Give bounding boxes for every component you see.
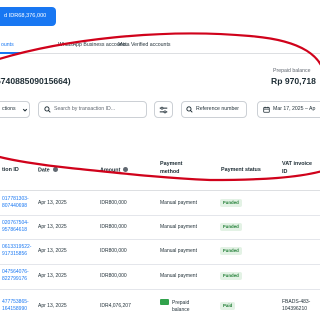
date-cell: Apr 13, 2025 (38, 224, 67, 230)
status-badge: Funded (220, 199, 242, 207)
reference-number-label: Reference number (196, 106, 239, 112)
col-amount[interactable]: Amount (100, 167, 129, 175)
status-badge: Funded (220, 272, 242, 280)
status-badge: Paid (220, 302, 236, 310)
search-placeholder: Search by transaction ID... (54, 106, 116, 112)
date-cell: Apr 13, 2025 (38, 248, 67, 254)
amount-cell: IDR800,000 (100, 248, 127, 254)
top-strip: d IDR68,376,000 (0, 0, 320, 30)
filter-settings-button[interactable] (154, 101, 173, 118)
transaction-id-link[interactable]: 0613319522- 917315856 (2, 244, 31, 258)
status-badge: Funded (220, 247, 242, 255)
chevron-down-icon (22, 108, 28, 112)
date-range-label: Mar 17, 2025 – Ap (273, 106, 316, 112)
col-transaction-id[interactable]: tion ID (2, 167, 19, 175)
payment-method-cell: Manual payment (160, 248, 197, 254)
actions-dropdown[interactable]: ctions (0, 101, 30, 118)
table-row[interactable]: 047564076- 822799176 Apr 13, 2025 IDR800,… (0, 265, 320, 290)
status-badge: Funded (220, 223, 242, 231)
amount-cell: IDR800,000 (100, 273, 127, 279)
transaction-id-link[interactable]: 047564076- 822799176 (2, 269, 29, 283)
calendar-icon (263, 106, 270, 113)
date-cell: Apr 13, 2025 (38, 303, 67, 309)
payment-method-cell: Prepaid balance (160, 299, 190, 314)
amount-cell: IDR800,000 (100, 200, 127, 206)
reference-number-filter[interactable]: Reference number (181, 101, 247, 118)
transaction-search-input[interactable]: Search by transaction ID... (38, 101, 147, 118)
filter-bar: ctions Search by transaction ID... Refer… (0, 99, 320, 121)
col-vat-invoice-id[interactable]: VAT invoice ID (282, 161, 312, 176)
date-range-picker[interactable]: Mar 17, 2025 – Ap (257, 101, 320, 118)
table-row[interactable]: 017781303- 807440698 Apr 13, 2025 IDR800,… (0, 192, 320, 216)
transaction-id-link[interactable]: 477753865- 164158990 (2, 299, 29, 313)
col-payment-method[interactable]: Payment method (160, 161, 182, 176)
amount-cell: IDR800,000 (100, 224, 127, 230)
search-icon (44, 106, 51, 113)
prepaid-balance-value: Rp 970,718 (271, 76, 316, 86)
transaction-id-link[interactable]: 020767504- 957864618 (2, 220, 29, 234)
col-payment-status[interactable]: Payment status (221, 167, 261, 175)
col-date[interactable]: Date (38, 167, 58, 175)
info-icon (52, 167, 58, 172)
payment-method-cell: Manual payment (160, 224, 197, 230)
vat-invoice-id-cell: FBADS-483- 104396210 (282, 299, 311, 312)
info-icon (123, 167, 129, 172)
sliders-icon (159, 106, 168, 113)
amount-cell: IDR4,076,207 (100, 303, 131, 309)
transactions-table-header: tion ID Date Amount Payment method Paymen… (0, 151, 320, 191)
tab-whatsapp-business-accounts[interactable]: WhatsApp Business accounts (58, 42, 127, 48)
date-cell: Apr 13, 2025 (38, 200, 67, 206)
account-id: 574088509015664) (0, 76, 71, 86)
payment-method-cell: Manual payment (160, 273, 197, 279)
table-row[interactable]: 477753865- 164158990 Apr 13, 2025 IDR4,07… (0, 290, 320, 320)
tab-meta-verified-accounts[interactable]: Meta Verified accounts (118, 42, 170, 48)
active-tab-indicator (0, 52, 22, 54)
transaction-id-link[interactable]: 017781303- 807440698 (2, 196, 29, 210)
table-row[interactable]: 020767504- 957864618 Apr 13, 2025 IDR800,… (0, 216, 320, 240)
tab-ad-accounts[interactable]: ounts (1, 42, 14, 48)
payment-method-cell: Manual payment (160, 200, 197, 206)
search-icon (186, 106, 193, 113)
date-cell: Apr 13, 2025 (38, 273, 67, 279)
account-tabs: ounts WhatsApp Business accounts Meta Ve… (0, 38, 320, 54)
table-row[interactable]: 0613319522- 917315856 Apr 13, 2025 IDR800… (0, 240, 320, 265)
prepaid-balance-label: Prepaid balance (273, 68, 311, 74)
add-funds-button[interactable]: d IDR68,376,000 (0, 7, 57, 26)
actions-label: ctions (2, 106, 16, 112)
prepaid-balance-icon (160, 299, 169, 305)
